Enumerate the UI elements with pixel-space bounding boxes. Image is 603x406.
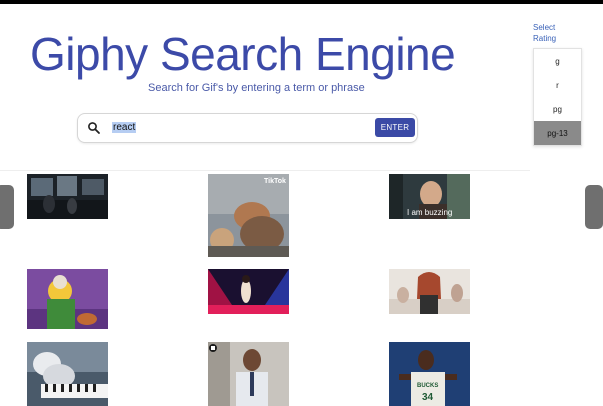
prev-page-button[interactable]	[0, 185, 14, 229]
rating-list[interactable]: g r pg pg-13	[533, 48, 582, 146]
page-title: Giphy Search Engine	[30, 28, 456, 80]
page-subtitle: Search for Gif's by entering a term or p…	[148, 82, 365, 94]
gif-image: BUCKS 34	[389, 342, 470, 406]
search-input[interactable]: react	[112, 122, 137, 134]
gif-result[interactable]	[208, 342, 289, 406]
gif-image: TikTok	[208, 174, 289, 257]
gif-caption: TikTok	[264, 178, 286, 185]
gif-result[interactable]	[208, 269, 289, 314]
enter-button[interactable]: ENTER	[375, 118, 415, 137]
search-icon	[88, 122, 100, 134]
gif-image	[27, 269, 108, 329]
gif-image: I am buzzing	[389, 174, 470, 219]
gif-caption-number: 34	[422, 392, 434, 403]
gif-image	[208, 342, 289, 406]
gif-result[interactable]: I am buzzing	[389, 174, 470, 219]
gif-result[interactable]	[27, 342, 108, 406]
rating-option-pg-13[interactable]: pg-13	[534, 121, 581, 145]
rating-option-pg[interactable]: pg	[534, 97, 581, 121]
divider	[0, 170, 530, 171]
gif-caption: BUCKS	[417, 383, 438, 389]
gif-result[interactable]: BUCKS 34	[389, 342, 470, 406]
rating-panel: Select Rating g r pg pg-13	[533, 22, 583, 146]
rating-label-line2: Rating	[533, 34, 557, 43]
gif-result[interactable]	[27, 269, 108, 329]
gif-result[interactable]: TikTok	[208, 174, 289, 257]
gif-caption: I am buzzing	[407, 208, 452, 217]
gif-image	[27, 174, 108, 219]
gif-image	[208, 269, 289, 314]
gif-image	[389, 269, 470, 314]
gif-result[interactable]	[389, 269, 470, 314]
next-page-button[interactable]	[585, 185, 603, 229]
gif-image	[27, 342, 108, 406]
rating-label: Select Rating	[533, 22, 583, 44]
main-content: Giphy Search Engine Search for Gif's by …	[0, 8, 530, 406]
search-bar[interactable]: react ENTER	[77, 113, 418, 143]
search-input-value: react	[112, 122, 137, 133]
rating-option-g[interactable]: g	[534, 49, 581, 73]
gif-result[interactable]	[27, 174, 108, 219]
rating-option-r[interactable]: r	[534, 73, 581, 97]
rating-label-line1: Select	[533, 23, 556, 32]
